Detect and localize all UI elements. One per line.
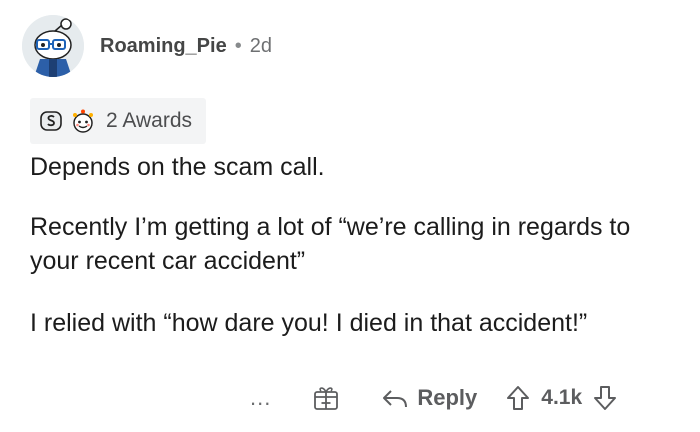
upvote-arrow-icon[interactable]	[505, 384, 531, 412]
comment-actions: ... Reply 4.1k	[250, 378, 618, 418]
downvote-arrow-icon[interactable]	[592, 384, 618, 412]
avatar[interactable]	[22, 15, 84, 77]
vote-controls: 4.1k	[505, 384, 618, 412]
awards-badge[interactable]: 2 Awards	[30, 98, 206, 144]
wholesome-award-icon	[70, 108, 96, 134]
reply-label: Reply	[417, 385, 478, 410]
gift-icon[interactable]	[311, 383, 341, 413]
comment-paragraph: Recently I’m getting a lot of “we’re cal…	[30, 213, 631, 275]
reply-button[interactable]: Reply	[381, 385, 477, 411]
reply-arrow-icon	[381, 386, 409, 410]
comment-header: Roaming_Pie • 2d	[22, 14, 272, 78]
more-options-button[interactable]: ...	[250, 385, 271, 411]
comment-age[interactable]: 2d	[250, 35, 272, 58]
awards-count-label: 2 Awards	[106, 109, 192, 132]
username-link[interactable]: Roaming_Pie	[100, 35, 227, 58]
comment-paragraph: Depends on the scam call.	[30, 153, 325, 181]
meta-separator: •	[234, 34, 242, 57]
silver-award-icon	[38, 108, 64, 134]
vote-count: 4.1k	[541, 386, 583, 409]
snoo-avatar-icon	[22, 15, 84, 77]
comment-meta: Roaming_Pie • 2d	[100, 35, 272, 58]
comment-paragraph: I relied with “how dare you! I died in t…	[30, 309, 588, 337]
